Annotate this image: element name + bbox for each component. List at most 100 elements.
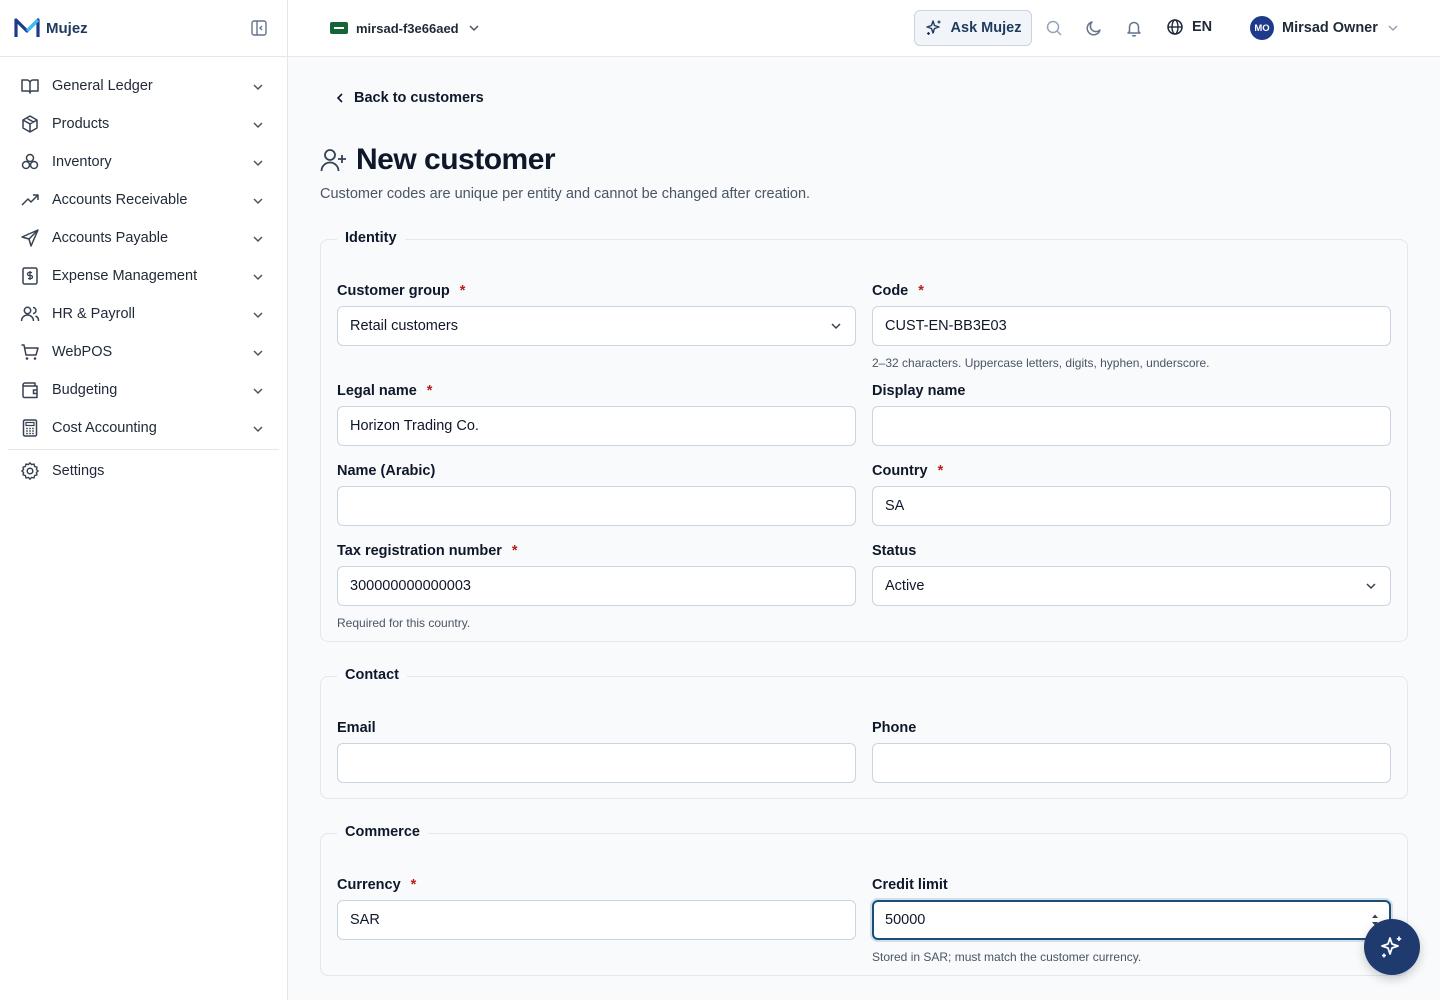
field-label: Tax registration number *: [337, 543, 518, 559]
wallet-icon: [22, 382, 38, 399]
currency-input[interactable]: SAR: [337, 900, 856, 940]
user-menu[interactable]: MO Mirsad Owner: [1250, 16, 1400, 40]
customer-group-field: Customer group * Retail customers: [337, 282, 856, 346]
sidebar-item-accounts-receivable[interactable]: Accounts Receivable: [0, 181, 287, 219]
language-switcher[interactable]: EN: [1166, 18, 1212, 36]
legal-name-field: Legal name * Horizon Trading Co.: [337, 382, 856, 446]
sidebar-item-general-ledger[interactable]: General Ledger: [0, 67, 287, 105]
sidebar-item-webpos[interactable]: WebPOS: [0, 333, 287, 371]
entity-name: mirsad-f3e66aed: [356, 20, 459, 36]
sidebar-item-products[interactable]: Products: [0, 105, 287, 143]
name-arabic-input[interactable]: [337, 486, 856, 526]
sidebar-item-label: Budgeting: [52, 382, 118, 398]
chevron-down-icon: [253, 122, 263, 129]
display-name-field: Display name: [872, 382, 1391, 446]
phone-input[interactable]: [872, 743, 1391, 783]
send-icon: [21, 229, 39, 247]
field-label: Display name: [872, 383, 966, 399]
chevron-down-icon: [253, 160, 263, 167]
status-field: Status Active: [872, 542, 1391, 606]
sidebar-item-budgeting[interactable]: Budgeting: [0, 371, 287, 409]
app-logo[interactable]: Mujez: [14, 17, 88, 39]
field-label: Legal name *: [337, 383, 433, 399]
user-name: Mirsad Owner: [1282, 20, 1378, 36]
sidebar-item-accounts-payable[interactable]: Accounts Payable: [0, 219, 287, 257]
field-label: Code *: [872, 283, 924, 299]
select-value: Retail customers: [350, 318, 458, 334]
bell-icon[interactable]: [1125, 19, 1143, 37]
sidebar-item-label: Expense Management: [52, 268, 198, 284]
search-icon[interactable]: [1045, 19, 1063, 37]
tax-number-field: Tax registration number * 300000000000003…: [337, 542, 856, 630]
contact-section: Contact Email Phone: [320, 667, 1408, 799]
display-name-input[interactable]: [872, 406, 1391, 446]
back-label: Back to customers: [354, 90, 484, 106]
ask-mujez-label: Ask Mujez: [950, 20, 1022, 36]
sidebar-item-settings[interactable]: Settings: [0, 452, 287, 490]
sidebar-item-expense-management[interactable]: Expense Management: [0, 257, 287, 295]
entity-switcher[interactable]: mirsad-f3e66aed: [320, 14, 487, 42]
name-arabic-field: Name (Arabic): [337, 462, 856, 526]
legal-name-input[interactable]: Horizon Trading Co.: [337, 406, 856, 446]
sidebar-item-hr-payroll[interactable]: HR & Payroll: [0, 295, 287, 333]
ask-mujez-button[interactable]: Ask Mujez: [914, 10, 1032, 46]
chevron-down-icon: [253, 84, 263, 91]
credit-limit-input[interactable]: 50000: [872, 900, 1391, 940]
saudi-flag-icon: [330, 22, 348, 34]
chevron-down-icon: [1388, 25, 1398, 32]
mujez-logo-icon: [14, 18, 40, 37]
identity-section: Identity Customer group * Retail customer…: [320, 230, 1408, 642]
sidebar-header: Mujez: [0, 0, 287, 57]
sidebar-collapse-icon[interactable]: [250, 19, 268, 37]
calculator-icon: [22, 419, 38, 437]
code-input[interactable]: CUST-EN-BB3E03: [872, 306, 1391, 346]
page-subtitle: Customer codes are unique per entity and…: [320, 186, 811, 202]
tax-number-help-text: Required for this country.: [337, 616, 471, 630]
receipt-icon: [22, 267, 38, 285]
chevron-left-icon: [336, 93, 343, 103]
sidebar-item-label: Settings: [52, 463, 105, 479]
phone-field: Phone: [872, 719, 1391, 783]
app-name: Mujez: [46, 19, 88, 37]
sidebar-item-cost-accounting[interactable]: Cost Accounting: [0, 409, 287, 447]
sidebar-item-label: Products: [52, 116, 110, 132]
credit-limit-help-text: Stored in SAR; must match the customer c…: [872, 950, 1142, 964]
field-label: Status: [872, 543, 917, 559]
currency-field: Currency * SAR: [337, 876, 856, 940]
country-input[interactable]: SA: [872, 486, 1391, 526]
chevron-down-icon: [831, 323, 841, 330]
tax-number-input[interactable]: 300000000000003: [337, 566, 856, 606]
email-input[interactable]: [337, 743, 856, 783]
cart-icon: [21, 344, 39, 360]
email-field: Email: [337, 719, 856, 783]
chevron-down-icon: [1366, 583, 1376, 590]
sidebar-item-inventory[interactable]: Inventory: [0, 143, 287, 181]
sidebar-item-label: Accounts Receivable: [52, 192, 188, 208]
boxes-icon: [21, 153, 39, 170]
field-label: Email: [337, 720, 376, 736]
back-to-customers-link[interactable]: Back to customers: [334, 90, 484, 106]
section-legend: Commerce: [337, 824, 428, 840]
moon-icon[interactable]: [1085, 19, 1103, 37]
ai-assistant-fab-button[interactable]: [1364, 919, 1420, 975]
input-value: 50000: [885, 912, 926, 928]
field-label: Customer group *: [337, 283, 466, 299]
package-icon: [22, 115, 38, 133]
chevron-down-icon: [253, 388, 263, 395]
page-header: New customer: [320, 143, 556, 177]
chevron-down-icon: [469, 25, 479, 32]
status-select[interactable]: Active: [872, 566, 1391, 606]
user-plus-icon: [320, 149, 346, 172]
sidebar-item-label: Cost Accounting: [52, 420, 157, 436]
code-field: Code * CUST-EN-BB3E03 2–32 characters. Up…: [872, 282, 1391, 370]
section-legend: Identity: [337, 230, 405, 246]
globe-icon: [1167, 19, 1183, 35]
customer-group-select[interactable]: Retail customers: [337, 306, 856, 346]
sidebar-item-label: HR & Payroll: [52, 306, 135, 322]
language-code: EN: [1192, 19, 1213, 35]
chevron-down-icon: [253, 274, 263, 281]
field-label: Credit limit: [872, 877, 948, 893]
sidebar-item-label: General Ledger: [52, 78, 153, 94]
sidebar-nav: General Ledger Products Inventory Accoun…: [0, 57, 287, 490]
field-label: Country *: [872, 463, 944, 479]
